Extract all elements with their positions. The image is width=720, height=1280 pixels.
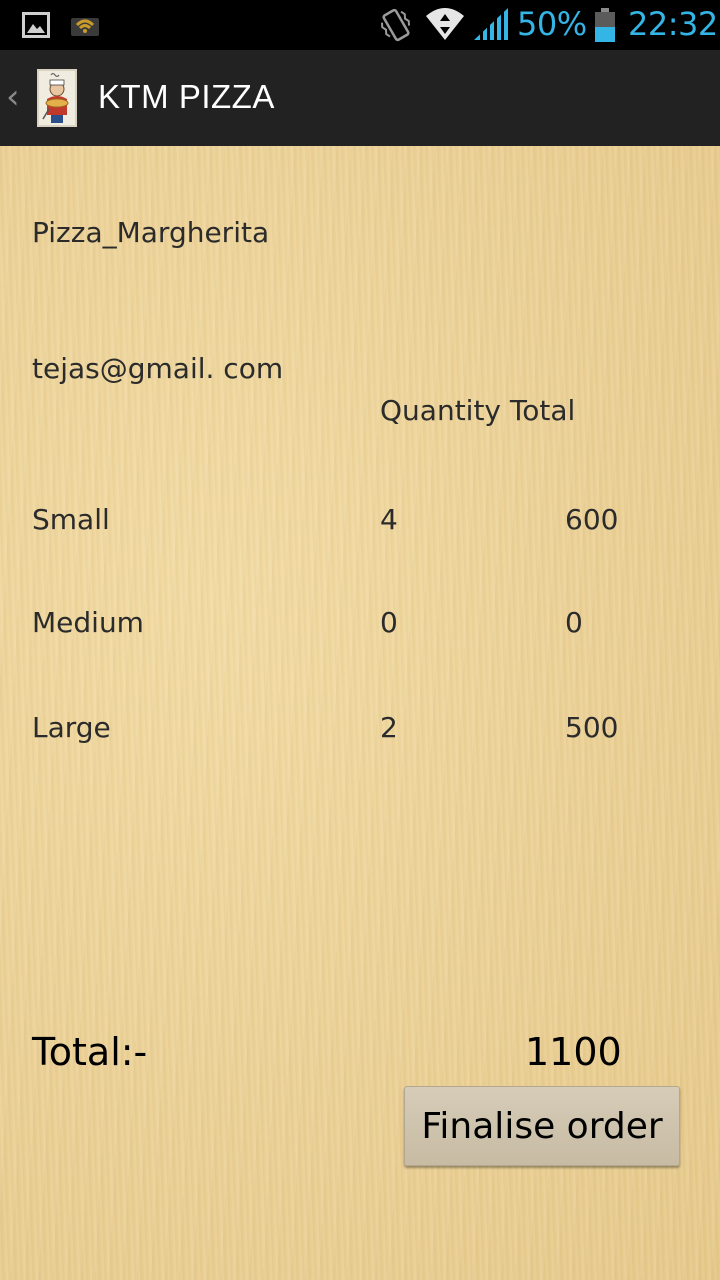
customer-email: tejas@gmail. com [32,352,284,385]
quantity-value: 0 [380,606,398,639]
row-total-value: 0 [565,606,583,639]
battery-percent: 50% [517,5,587,43]
clock: 22:32 [628,5,718,43]
quantity-value: 2 [380,711,398,744]
image-notification-icon [22,12,50,42]
pizza-name: Pizza_Margherita [32,216,270,249]
vibrate-icon [380,6,412,48]
status-bar: 50% 22:32 [0,0,720,50]
quantity-total-header: Quantity Total [380,394,576,427]
size-label: Large [32,711,111,744]
up-caret-icon[interactable]: ‹ [6,80,20,114]
wifi-notification-icon [70,12,100,40]
row-total-value: 500 [565,711,619,744]
grand-total-value: 1100 [525,1030,622,1074]
grand-total-label: Total:- [32,1030,148,1074]
wifi-signal-icon [424,6,466,46]
action-bar: ‹ KTM PIZZA [0,50,720,148]
app-logo-icon[interactable] [37,69,77,127]
size-label: Medium [32,606,144,639]
quantity-value: 4 [380,503,398,536]
cellular-signal-icon [474,8,508,44]
app-title: KTM PIZZA [98,78,275,115]
battery-icon [594,8,616,46]
size-label: Small [32,503,110,536]
order-summary: Pizza_Margherita tejas@gmail. com Quanti… [0,146,720,1280]
row-total-value: 600 [565,503,619,536]
finalise-order-button[interactable]: Finalise order [404,1086,680,1166]
